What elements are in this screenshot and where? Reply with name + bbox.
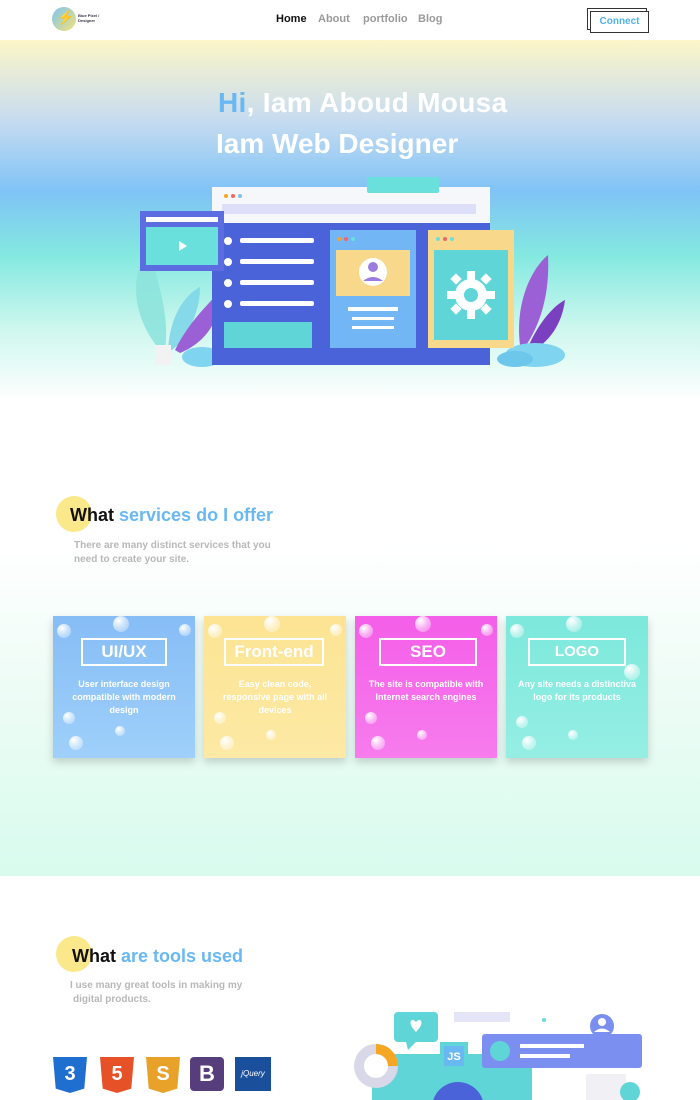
top-nav: ⚡ Blue Pixel / Designer Home About portf… [0,0,700,40]
nav-portfolio-link[interactable]: portfolio [363,13,408,25]
service-card-frontend[interactable]: Front-end Easy clean code, responsive pa… [204,616,346,758]
html5-shield: 5 [100,1057,134,1093]
tools-desc-line2: digital products. [73,994,151,1005]
bootstrap-icon: B [190,1057,224,1093]
service-card-label: Front-end [224,638,324,666]
profile-card-illustration [330,230,416,348]
services-desc-line2: need to create your site. [74,554,190,565]
service-card-seo[interactable]: SEO The site is compatible with Internet… [355,616,497,758]
bolt-icon: ⚡ [57,9,75,25]
tools-title-rest: are tools used [116,946,244,966]
service-card-text: User interface design compatible with mo… [72,679,176,715]
service-card-text: The site is compatible with Internet sea… [368,679,484,702]
service-card-label: UI/UX [81,638,167,666]
services-title-rest: services do I offer [114,505,274,525]
css3-shield: 3 [53,1057,87,1093]
video-card-illustration [140,211,224,271]
hero-hi: Hi [218,87,247,118]
hero-name: , Iam Aboud Mousa [246,87,508,118]
nav-about-link[interactable]: About [318,13,350,25]
bootstrap-badge: B [190,1057,224,1091]
tools-title-first: What [72,946,116,966]
nav-home-link[interactable]: Home [276,13,307,25]
logo-text: Blue Pixel / Designer [78,13,100,23]
nav-blog-link[interactable]: Blog [418,13,442,25]
services-desc-line1: There are many distinct services that yo… [74,540,271,551]
service-card-label: SEO [379,638,477,666]
jquery-badge: jQuery [235,1057,271,1091]
tools-description: I use many great tools in making my digi… [70,979,242,1007]
jquery-icon: jQuery [235,1057,271,1093]
connect-button-wrap: Connect [587,8,649,33]
javascript-icon: S [146,1057,180,1093]
service-card-label: LOGO [528,638,626,666]
css3-icon: 3 [53,1057,87,1093]
settings-card-illustration [428,230,514,348]
connect-button[interactable]: Connect [590,11,649,33]
html5-icon: 5 [100,1057,134,1093]
hero-illustration [136,177,565,367]
services-title-first: What [70,505,114,525]
service-card-uiux[interactable]: UI/UX User interface design compatible w… [53,616,195,758]
hero-greeting: Hi, Iam Aboud Mousa [218,87,507,119]
tools-illustration: JS [354,1012,642,1100]
tools-desc-line1: I use many great tools in making my [70,980,243,991]
site-logo[interactable]: ⚡ Blue Pixel / Designer [52,7,100,33]
service-card-text: Easy clean code, responsive page with al… [222,679,328,715]
hero-role: Iam Web Designer [216,128,459,159]
services-title: What services do I offer [70,505,273,526]
js-badge-text: JS [447,1051,460,1063]
tools-title: What are tools used [72,946,243,967]
service-card-text: Any site needs a distinctiva logo for it… [517,679,637,702]
javascript-shield: S [146,1057,180,1093]
service-card-logo[interactable]: LOGO Any site needs a distinctiva logo f… [506,616,648,758]
services-description: There are many distinct services that yo… [74,539,271,567]
